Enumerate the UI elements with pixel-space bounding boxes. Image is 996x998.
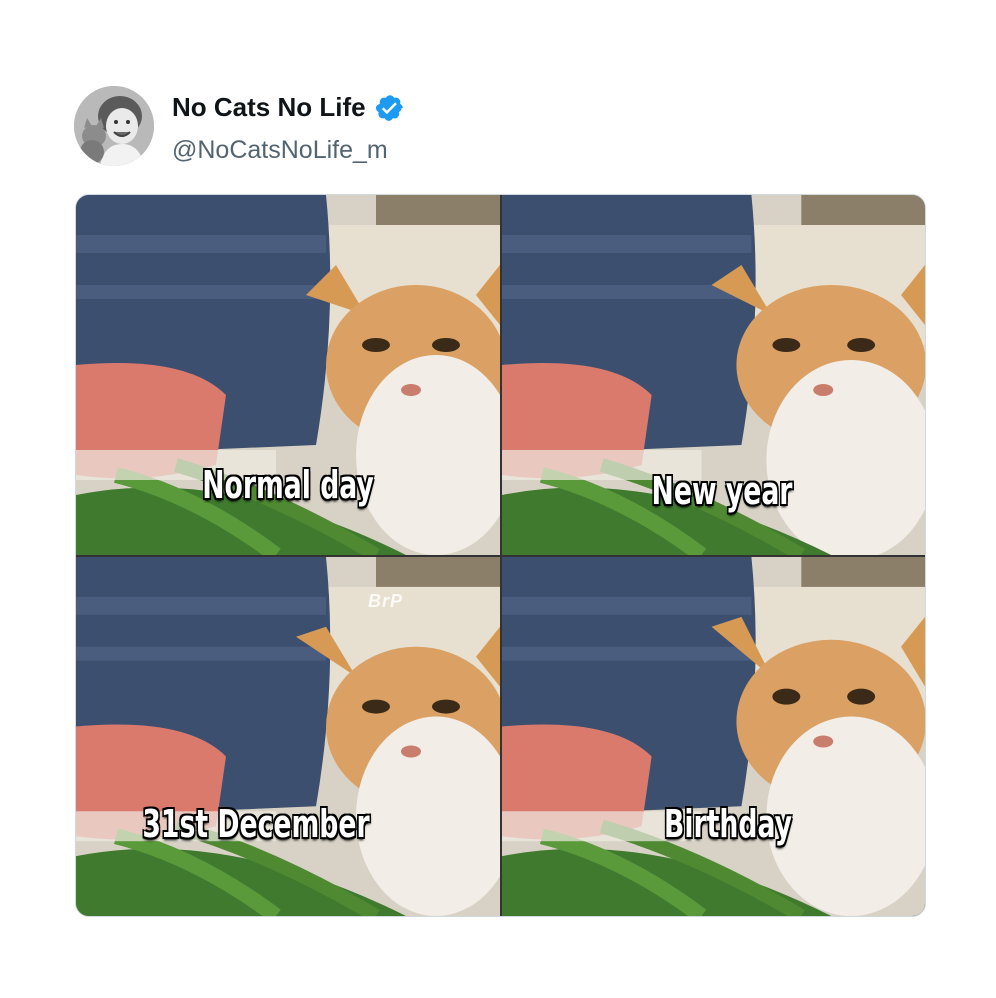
tweet-media-grid[interactable]: Normal day New year BrP 31st December Bi… (75, 194, 926, 917)
media-panel-new-year[interactable]: New year (502, 195, 925, 555)
avatar-photo (74, 86, 154, 166)
panel-caption: New year (651, 469, 793, 513)
author-handle[interactable]: @NoCatsNoLife_m (172, 136, 388, 165)
display-name[interactable]: No Cats No Life (172, 92, 366, 123)
media-panel-normal-day[interactable]: Normal day (76, 195, 500, 555)
verified-badge-icon (375, 93, 405, 123)
tweet-header: No Cats No Life @NoCatsNoLife_m (74, 86, 774, 166)
cat-photo (76, 557, 500, 916)
author-name-row[interactable]: No Cats No Life (172, 92, 405, 123)
media-panel-31st-december[interactable]: BrP 31st December (76, 557, 500, 916)
panel-caption: Birthday (664, 802, 792, 846)
panel-caption: 31st December (142, 802, 370, 846)
avatar[interactable] (74, 86, 154, 166)
panel-caption: Normal day (202, 463, 374, 507)
media-panel-birthday[interactable]: Birthday (502, 557, 925, 916)
cat-photo (502, 557, 925, 916)
watermark: BrP (368, 591, 404, 611)
